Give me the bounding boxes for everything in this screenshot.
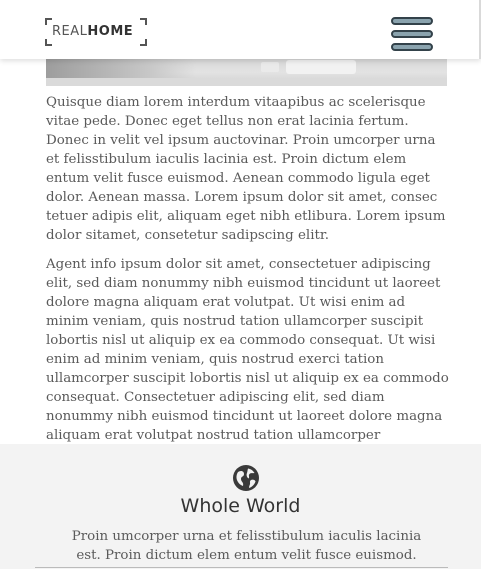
body-paragraph-1: Quisque diam lorem interdum vitaapibus a… bbox=[46, 95, 446, 243]
hero-image-object bbox=[286, 60, 356, 74]
hero-image-object bbox=[261, 62, 279, 72]
logo-text: REALHOME bbox=[52, 24, 133, 40]
feature-text: Proin umcorper urna et felisstibulum iac… bbox=[71, 529, 422, 563]
hamburger-icon[interactable] bbox=[391, 17, 433, 51]
globe-icon bbox=[233, 465, 259, 491]
logo-corner bbox=[45, 18, 52, 25]
hero-image-surface bbox=[46, 78, 447, 86]
menu-bar bbox=[391, 30, 433, 38]
logo-corner bbox=[45, 39, 52, 46]
logo-text-bold: HOME bbox=[87, 24, 134, 39]
logo-text-light: REAL bbox=[52, 24, 88, 39]
menu-bar bbox=[391, 17, 433, 25]
feature-section: Whole World Proin umcorper urna et felis… bbox=[0, 444, 481, 569]
logo-corner bbox=[140, 39, 147, 46]
site-header: REALHOME bbox=[0, 0, 481, 59]
logo[interactable]: REALHOME bbox=[45, 18, 147, 46]
body-paragraph-2: Agent info ipsum dolor sit amet, consect… bbox=[46, 257, 449, 462]
menu-bar bbox=[391, 43, 433, 51]
logo-corner bbox=[140, 18, 147, 25]
feature-title: Whole World bbox=[180, 495, 301, 517]
divider bbox=[35, 567, 448, 568]
